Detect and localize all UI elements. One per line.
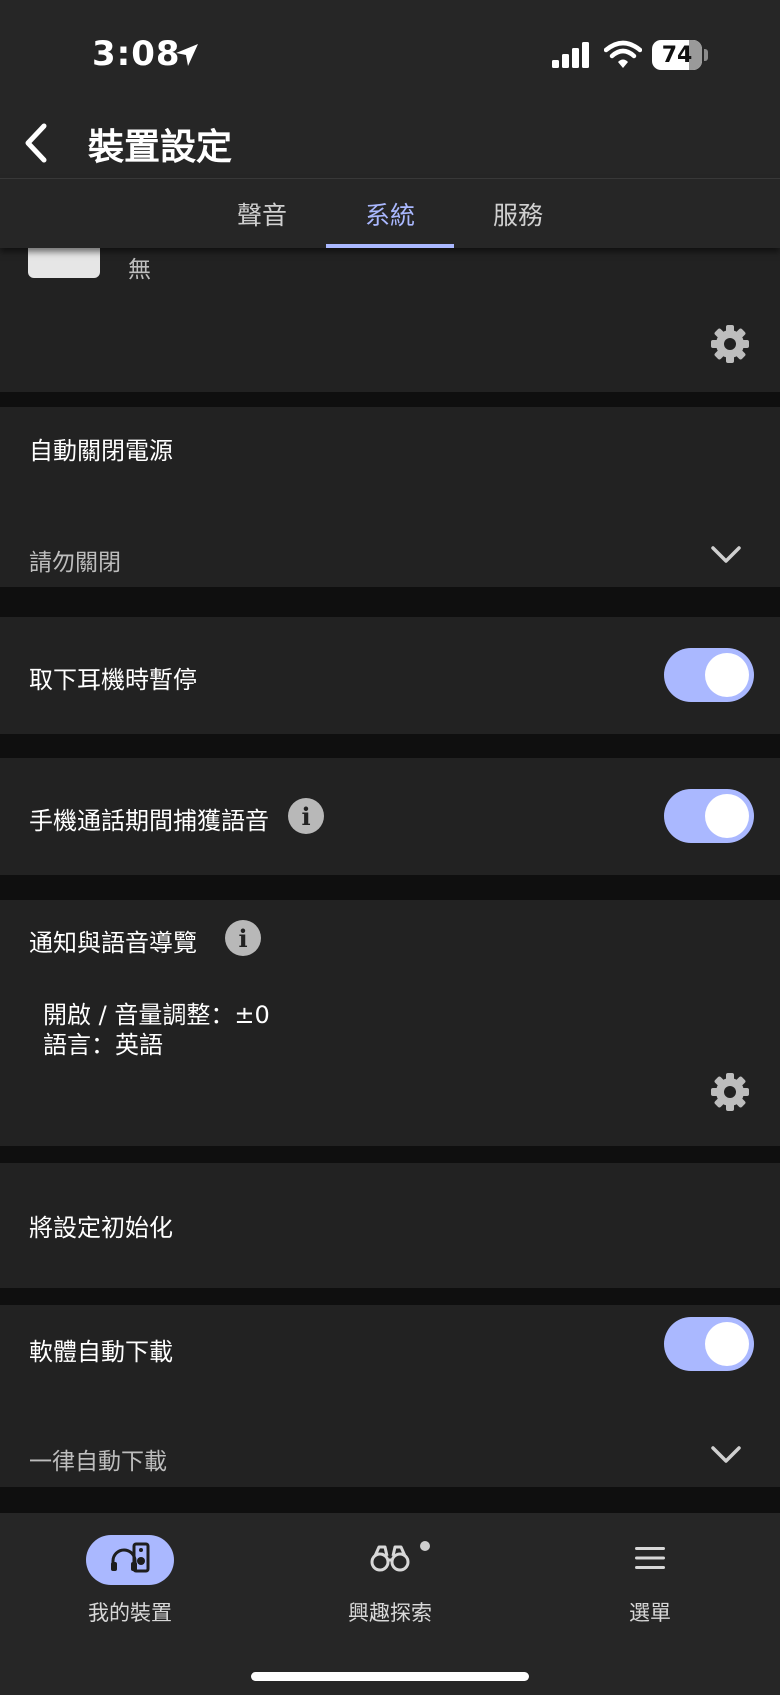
binoculars-icon [370, 1543, 410, 1577]
status-bar: 3:08 74 [0, 0, 780, 110]
chevron-down-icon[interactable] [710, 1445, 742, 1469]
cellular-signal-icon [552, 42, 592, 72]
toggle-knob [705, 653, 749, 697]
partial-settings-card: 無 [0, 248, 780, 392]
capture-voice-label: 手機通話期間捕獲語音 [29, 807, 269, 835]
auto-download-label: 軟體自動下載 [29, 1338, 173, 1366]
capture-voice-toggle[interactable] [664, 789, 754, 843]
nav-label: 我的裝置 [88, 1601, 172, 1625]
auto-download-value: 一律自動下載 [29, 1449, 167, 1475]
info-icon[interactable]: i [288, 798, 324, 834]
back-chevron-icon[interactable] [22, 120, 50, 170]
bottom-navigation: 我的裝置 興趣探索 選單 [0, 1513, 780, 1695]
pause-on-remove-label: 取下耳機時暫停 [29, 666, 197, 694]
headphone-speaker-icon [110, 1542, 150, 1578]
pause-on-remove-card: 取下耳機時暫停 [0, 617, 780, 734]
gear-icon[interactable] [710, 324, 750, 368]
chevron-down-icon[interactable] [710, 545, 742, 569]
home-indicator[interactable] [251, 1672, 529, 1681]
pause-on-remove-toggle[interactable] [664, 648, 754, 702]
notification-dot [420, 1541, 430, 1551]
menu-icon [634, 1546, 666, 1574]
status-time: 3:08 [92, 34, 181, 74]
battery-nub [704, 49, 708, 61]
voice-guide-language-text: 語言：英語 [43, 1031, 163, 1059]
nav-my-device[interactable]: 我的裝置 [0, 1535, 260, 1635]
partial-value: 無 [128, 257, 151, 283]
tab-service[interactable]: 服務 [454, 179, 582, 248]
nav-active-pill [86, 1535, 174, 1585]
tab-sound[interactable]: 聲音 [198, 179, 326, 248]
reset-settings-card[interactable]: 將設定初始化 [0, 1163, 780, 1288]
nav-label: 選單 [629, 1601, 671, 1625]
nav-explore[interactable]: 興趣探索 [260, 1535, 520, 1635]
voice-guide-label: 通知與語音導覽 [29, 929, 197, 957]
toggle-knob [705, 794, 749, 838]
auto-power-off-card[interactable]: 自動關閉電源 請勿關閉 [0, 407, 780, 587]
capture-voice-card: 手機通話期間捕獲語音 i [0, 758, 780, 875]
app-bar: 裝置設定 [0, 110, 780, 179]
nav-label: 興趣探索 [348, 1601, 432, 1625]
auto-download-toggle[interactable] [664, 1317, 754, 1371]
location-arrow-icon [174, 42, 200, 72]
gear-icon[interactable] [710, 1072, 750, 1116]
auto-power-off-label: 自動關閉電源 [29, 437, 173, 465]
reset-settings-label: 將設定初始化 [29, 1214, 173, 1242]
info-icon[interactable]: i [225, 920, 261, 956]
auto-download-card: 軟體自動下載 一律自動下載 [0, 1305, 780, 1487]
tab-bar: 聲音 系統 服務 [0, 179, 780, 248]
wifi-icon [603, 40, 643, 74]
tab-system[interactable]: 系統 [326, 179, 454, 248]
active-tab-indicator [326, 244, 454, 248]
battery-indicator: 74 [652, 40, 702, 70]
nav-menu[interactable]: 選單 [520, 1535, 780, 1635]
battery-level-text: 74 [661, 42, 693, 68]
color-swatch [28, 248, 100, 278]
settings-list[interactable]: 無 自動關閉電源 請勿關閉 取下耳機時暫停 手機通話期間捕獲語音 i 通知與語音… [0, 248, 780, 1513]
auto-power-off-value: 請勿關閉 [29, 550, 121, 576]
voice-guide-card: 通知與語音導覽 i 開啟 / 音量調整：±0 語言：英語 [0, 900, 780, 1146]
toggle-knob [705, 1322, 749, 1366]
page-title: 裝置設定 [88, 127, 233, 168]
